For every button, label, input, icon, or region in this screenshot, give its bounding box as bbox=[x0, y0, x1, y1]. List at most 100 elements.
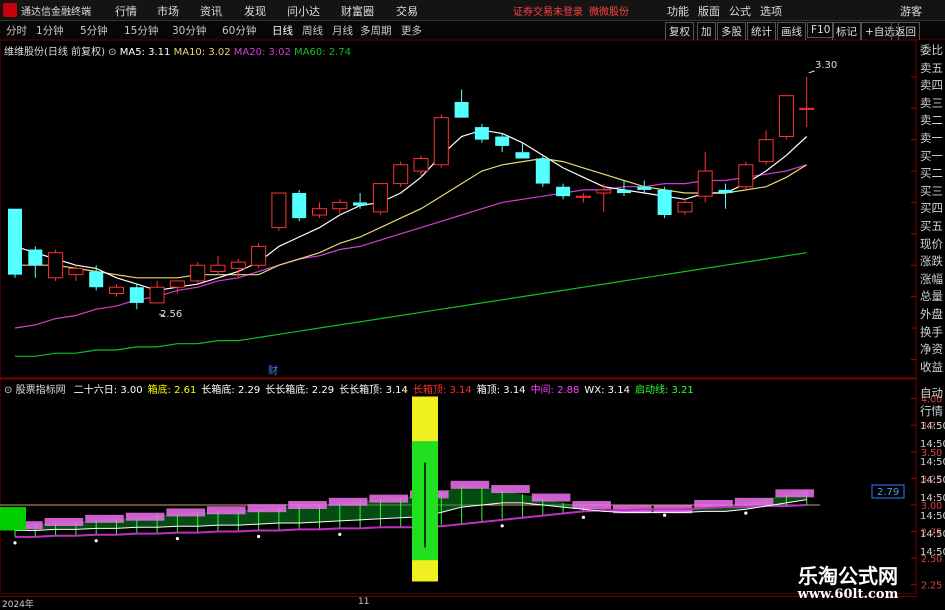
settings-icon[interactable]: ⊙ bbox=[108, 47, 116, 58]
menu-gongneng[interactable]: 功能 bbox=[667, 3, 689, 19]
menu-gongshi[interactable]: 公式 bbox=[729, 3, 751, 19]
quote-panel-label[interactable]: 买二 bbox=[920, 165, 943, 181]
menu-caifuquan[interactable]: 财富圈 bbox=[341, 3, 374, 19]
quote-panel-label[interactable]: 买一 bbox=[920, 148, 943, 164]
candle-body bbox=[778, 95, 794, 137]
quote-panel-label[interactable]: 换手 bbox=[920, 324, 943, 340]
candle-body bbox=[28, 249, 43, 266]
guest-label[interactable]: 游客 bbox=[900, 3, 922, 19]
quote-panel-label[interactable]: 总量 bbox=[920, 288, 943, 304]
login-notice[interactable]: 证券交易未登录 bbox=[513, 3, 583, 18]
candle-body bbox=[799, 107, 815, 110]
menu-jiaoyi[interactable]: 交易 bbox=[396, 3, 418, 19]
candle-body bbox=[657, 189, 672, 215]
indicator-legend-item: 二十六日: 3.00 bbox=[73, 385, 143, 396]
back-button[interactable]: 返回 bbox=[891, 22, 920, 41]
period-60min[interactable]: 60分钟 bbox=[222, 23, 256, 38]
quote-panel-label[interactable]: 涨幅 bbox=[920, 271, 943, 287]
watermark-url: www.60lt.com bbox=[797, 587, 899, 602]
candle-body bbox=[413, 157, 429, 172]
quote-panel-label[interactable]: 涨跌 bbox=[920, 253, 943, 269]
dot-marker bbox=[500, 524, 504, 528]
tick-list-item[interactable]: 14:50 bbox=[920, 439, 945, 450]
quote-panel-label[interactable]: 买三 bbox=[920, 183, 943, 199]
quote-panel-label[interactable]: 买五 bbox=[920, 218, 943, 234]
tick-list-item[interactable]: 14:50 bbox=[920, 475, 945, 486]
indicator-legend-item: WX: 3.14 bbox=[584, 385, 630, 396]
fuquan-button[interactable]: 复权 bbox=[665, 22, 694, 41]
candle-body bbox=[109, 286, 124, 295]
menu-hangqing[interactable]: 行情 bbox=[115, 3, 137, 19]
dot-marker bbox=[338, 532, 342, 536]
menu-shichang[interactable]: 市场 bbox=[157, 3, 179, 19]
add-button[interactable]: 加 bbox=[697, 22, 716, 41]
quote-panel-label[interactable]: 卖三 bbox=[920, 95, 943, 111]
quote-panel-label[interactable]: 卖二 bbox=[920, 112, 943, 128]
candle-body bbox=[251, 245, 267, 266]
tick-list-item[interactable]: 自动 bbox=[920, 385, 943, 401]
indicator-legend-item: 长箱顶: 3.14 bbox=[412, 385, 472, 396]
indicator-legend-item: 中间: 2.88 bbox=[530, 385, 580, 396]
event-marker[interactable]: 财 bbox=[268, 364, 278, 377]
tick-list-item[interactable]: 14:50 bbox=[920, 511, 945, 522]
candle-body bbox=[575, 195, 591, 198]
login-notice-2[interactable]: 微微股份 bbox=[589, 3, 629, 18]
quote-panel-label[interactable]: 卖四 bbox=[920, 77, 943, 93]
period-15min[interactable]: 15分钟 bbox=[124, 23, 158, 38]
period-daily[interactable]: 日线 bbox=[272, 23, 293, 38]
quote-panel-label[interactable]: 卖一 bbox=[920, 130, 943, 146]
tick-list-item[interactable]: 14:50 bbox=[920, 529, 945, 540]
menu-banmian[interactable]: 版面 bbox=[698, 3, 720, 19]
tick-list-item[interactable]: 14:50 bbox=[920, 421, 945, 432]
candle-body bbox=[535, 158, 550, 184]
period-1min[interactable]: 1分钟 bbox=[36, 23, 64, 38]
quote-panel-label[interactable]: 卖五 bbox=[920, 60, 943, 76]
box-block bbox=[328, 497, 368, 506]
dot-marker bbox=[257, 534, 261, 539]
tick-list-item[interactable]: 14:50 bbox=[920, 493, 945, 504]
tick-list-item[interactable]: 行情 bbox=[920, 403, 943, 419]
candle-body bbox=[8, 208, 22, 275]
stock-name: 维维股份(日线 前复权) bbox=[4, 47, 105, 58]
quote-panel-label[interactable]: 收益 bbox=[920, 359, 943, 375]
multi-stock-button[interactable]: 多股 bbox=[717, 22, 746, 41]
candle-body bbox=[292, 193, 307, 219]
quote-panel-label[interactable]: 买四 bbox=[920, 200, 943, 216]
quote-panel-label[interactable]: 委比 bbox=[920, 42, 943, 58]
dot-marker bbox=[663, 513, 667, 517]
indicator-legend-item: 启动线: 3.21 bbox=[634, 385, 694, 396]
menu-wenxiaoda[interactable]: 问小达 bbox=[287, 3, 320, 19]
candle-body bbox=[393, 164, 409, 185]
draw-button[interactable]: 画线 bbox=[777, 22, 806, 41]
mark-button[interactable]: 标记 bbox=[832, 22, 861, 41]
menu-faxian[interactable]: 发现 bbox=[244, 3, 266, 19]
f10-button[interactable]: F10 bbox=[807, 22, 835, 38]
box-block bbox=[734, 497, 774, 506]
menu-xuanxiang[interactable]: 选项 bbox=[760, 3, 782, 19]
dot-marker bbox=[744, 511, 748, 515]
menu-zixun[interactable]: 资讯 bbox=[200, 3, 222, 19]
period-weekly[interactable]: 周线 bbox=[302, 23, 323, 38]
tick-list-item[interactable]: 14:50 bbox=[920, 547, 945, 558]
indicator-settings-icon[interactable]: ⊙ bbox=[4, 385, 12, 396]
quote-panel-label[interactable]: 现价 bbox=[920, 236, 943, 252]
candle-body bbox=[596, 189, 612, 194]
indicator-legend-item: 长长箱底: 2.29 bbox=[265, 385, 335, 396]
indicator-legend-item: 长箱底: 2.29 bbox=[201, 385, 261, 396]
period-30min[interactable]: 30分钟 bbox=[172, 23, 206, 38]
tick-list-item[interactable]: 14:50 bbox=[920, 457, 945, 468]
dot-marker bbox=[581, 515, 586, 519]
stats-button[interactable]: 统计 bbox=[747, 22, 776, 41]
period-monthly[interactable]: 月线 bbox=[332, 23, 353, 38]
quote-panel-label[interactable]: 净资 bbox=[920, 341, 943, 357]
period-fenshi[interactable]: 分时 bbox=[6, 23, 27, 38]
period-5min[interactable]: 5分钟 bbox=[80, 23, 108, 38]
candle-body bbox=[48, 252, 64, 279]
period-multi[interactable]: 多周期 bbox=[360, 23, 392, 38]
candle-body bbox=[353, 202, 368, 206]
ma10-label: MA10: 3.02 bbox=[173, 47, 231, 58]
main-legend: 维维股份(日线 前复权) ⊙ MA5: 3.11 MA10: 3.02 MA20… bbox=[4, 43, 351, 58]
period-more[interactable]: 更多 bbox=[401, 23, 422, 38]
quote-panel-label[interactable]: 外盘 bbox=[920, 306, 943, 322]
main-candlestick-chart[interactable]: 3.303.203.103.002.902.802.702.602.502.40… bbox=[0, 40, 945, 378]
